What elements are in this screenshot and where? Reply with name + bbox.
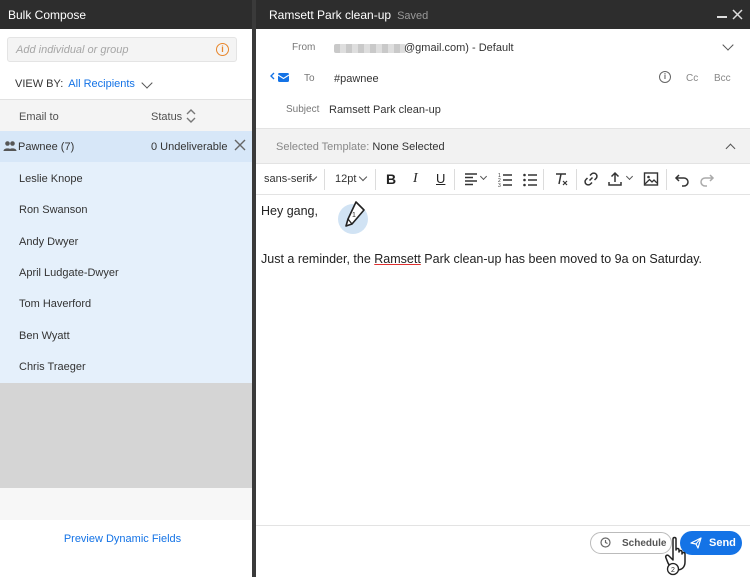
body-line-2: Just a reminder, the Ramsett Park clean-…: [261, 252, 702, 266]
info-icon[interactable]: i: [659, 71, 671, 83]
template-label-text: Selected Template:: [276, 141, 370, 153]
align-left-icon[interactable]: [463, 171, 479, 187]
to-value[interactable]: #pawnee: [334, 73, 379, 85]
group-status: 0 Undeliverable: [151, 141, 228, 153]
subject-input[interactable]: Ramsett Park clean-up: [329, 104, 441, 116]
body-text: Just a reminder, the: [261, 252, 375, 266]
toolbar-separator: [543, 169, 544, 190]
toolbar-separator: [454, 169, 455, 190]
group-row-pawnee[interactable]: Pawnee (7) 0 Undeliverable: [0, 131, 252, 162]
contacts-icon[interactable]: [270, 70, 290, 84]
step-2-number: 2: [671, 567, 675, 574]
body-line-1: Hey gang,: [261, 204, 318, 218]
email-body-editor[interactable]: Hey gang, 1 Just a reminder, the Ramsett…: [256, 195, 750, 525]
clear-format-icon[interactable]: [553, 171, 569, 187]
ordered-list-icon[interactable]: 1 2 3: [497, 171, 513, 187]
font-family-select[interactable]: sans-serif: [264, 173, 312, 185]
font-size-select[interactable]: 12pt: [335, 173, 356, 185]
template-label: Selected Template: None Selected: [276, 141, 445, 153]
close-icon[interactable]: [732, 9, 743, 20]
group-name: Pawnee (7): [18, 141, 75, 153]
chevron-down-icon[interactable]: [358, 172, 368, 182]
chevron-down-icon[interactable]: [722, 39, 734, 51]
list-item[interactable]: Leslie Knope: [19, 173, 83, 185]
toolbar-separator: [324, 169, 325, 190]
compose-footer: Schedule Send 2: [256, 525, 750, 577]
from-label: From: [292, 42, 316, 53]
from-row[interactable]: From @gmail.com) - Default: [256, 31, 750, 62]
add-recipient-placeholder: Add individual or group: [16, 44, 129, 56]
schedule-label: Schedule: [622, 538, 667, 549]
list-item[interactable]: April Ludgate-Dwyer: [19, 267, 119, 279]
recipient-list: Pawnee (7) 0 Undeliverable Leslie Knope …: [0, 131, 252, 383]
underline-icon[interactable]: U: [436, 171, 445, 186]
add-recipient-input[interactable]: Add individual or group i: [7, 37, 237, 62]
list-item[interactable]: Andy Dwyer: [19, 236, 78, 248]
editor-toolbar: sans-serif 12pt B I U 1 2 3: [256, 164, 750, 195]
italic-icon[interactable]: I: [413, 171, 418, 187]
list-item[interactable]: Ron Swanson: [19, 204, 88, 216]
view-by: VIEW BY: All Recipients: [15, 78, 135, 90]
template-bar[interactable]: Selected Template: None Selected: [256, 128, 750, 164]
bcc-button[interactable]: Bcc: [714, 73, 731, 84]
subject-row[interactable]: Subject Ramsett Park clean-up: [256, 93, 750, 124]
toolbar-separator: [576, 169, 577, 190]
schedule-button[interactable]: Schedule: [590, 532, 672, 554]
panel-title: Bulk Compose: [0, 0, 252, 29]
toolbar-separator: [375, 169, 376, 190]
body-text: Park clean-up has been moved to 9a on Sa…: [420, 252, 703, 266]
preview-dynamic-fields-link[interactable]: Preview Dynamic Fields: [0, 533, 245, 545]
link-icon[interactable]: [583, 171, 599, 187]
step-2-hand-cursor-icon: 2: [665, 536, 686, 576]
compose-panel: Ramsett Park clean-up Saved From @gmail.c…: [256, 0, 750, 577]
toolbar-separator: [666, 169, 667, 190]
image-icon[interactable]: [643, 171, 659, 187]
group-icon: [3, 141, 17, 151]
list-item[interactable]: Tom Haverford: [19, 298, 91, 310]
subject-label: Subject: [286, 104, 320, 115]
chevron-down-icon[interactable]: [625, 172, 634, 181]
template-value: None Selected: [372, 141, 445, 153]
svg-text:3: 3: [498, 183, 501, 187]
info-icon[interactable]: i: [216, 43, 229, 56]
compose-header: Ramsett Park clean-up Saved: [256, 0, 750, 29]
view-by-label: VIEW BY:: [15, 78, 64, 90]
cc-button[interactable]: Cc: [686, 73, 698, 84]
chevron-up-icon[interactable]: [725, 143, 736, 154]
bold-icon[interactable]: B: [386, 171, 396, 187]
compose-title: Ramsett Park clean-up Saved: [269, 8, 428, 22]
from-value: @gmail.com) - Default: [404, 42, 514, 54]
redacted-email: [334, 44, 406, 53]
view-by-dropdown[interactable]: All Recipients: [68, 78, 135, 90]
clock-icon: [600, 537, 611, 548]
to-label: To: [304, 73, 315, 84]
recipient-list-header: Email to Status: [0, 99, 252, 131]
redo-icon[interactable]: [699, 171, 715, 187]
sort-icon[interactable]: [186, 109, 196, 123]
misspelled-word: Ramsett: [374, 252, 421, 266]
bullet-list-icon[interactable]: [522, 171, 538, 187]
column-email: Email to: [19, 111, 59, 123]
close-icon[interactable]: [234, 139, 246, 151]
compose-title-text: Ramsett Park clean-up: [269, 8, 392, 22]
list-item[interactable]: Ben Wyatt: [19, 330, 70, 342]
panel-spacer: [0, 488, 252, 520]
bulk-compose-panel: Bulk Compose Add individual or group i V…: [0, 0, 252, 577]
upload-icon[interactable]: [607, 171, 623, 187]
minimize-icon[interactable]: [717, 16, 727, 18]
step-1-pencil-marker: 1: [338, 201, 368, 234]
chevron-down-icon[interactable]: [141, 77, 153, 89]
empty-list-area: [0, 383, 252, 488]
saved-status: Saved: [397, 10, 429, 22]
step-1-number: 1: [352, 212, 356, 219]
to-row[interactable]: To #pawnee i Cc Bcc: [256, 62, 750, 93]
column-status[interactable]: Status: [151, 111, 182, 123]
send-label: Send: [709, 537, 736, 549]
undo-icon[interactable]: [674, 171, 690, 187]
chevron-down-icon[interactable]: [479, 172, 488, 181]
list-item[interactable]: Chris Traeger: [19, 361, 86, 373]
